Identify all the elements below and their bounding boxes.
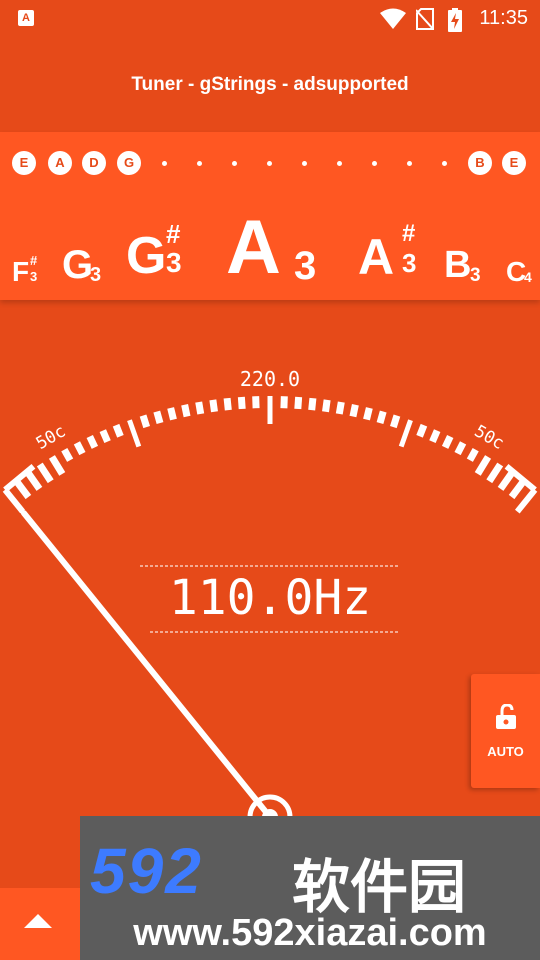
triangle-up-icon xyxy=(24,914,52,928)
unlock-icon xyxy=(496,704,516,729)
label-plus-50-cents: 50c xyxy=(471,421,508,454)
note-a-sharp-3[interactable]: A # 3 xyxy=(358,222,422,286)
meter-tick xyxy=(99,429,111,444)
string-d[interactable]: D xyxy=(82,151,106,175)
meter-needle xyxy=(20,510,273,820)
meter-tick xyxy=(237,396,246,410)
note-c-4[interactable]: C 4 xyxy=(506,256,540,290)
string-dot xyxy=(302,161,307,166)
string-e-high[interactable]: E xyxy=(502,151,526,175)
meter-tick xyxy=(181,404,191,418)
meter-tick xyxy=(48,455,66,476)
meter-tick xyxy=(308,397,317,411)
string-dot xyxy=(197,161,202,166)
wifi-icon xyxy=(380,8,406,29)
string-dot xyxy=(337,161,342,166)
meter-tick xyxy=(209,399,218,413)
meter-tick xyxy=(322,399,331,413)
tuning-meter: 220.0 100c 50c 50c 100c 110.0Hz xyxy=(0,300,540,888)
meter-tick xyxy=(223,397,232,411)
meter-tick xyxy=(36,462,54,484)
status-time: 11:35 xyxy=(479,7,528,29)
meter-tick xyxy=(153,410,164,425)
meter-tick xyxy=(112,423,124,438)
app-notification-icon: A xyxy=(18,10,34,26)
string-e-low[interactable]: E xyxy=(12,151,36,175)
target-frequency-label: 220.0 xyxy=(240,367,300,391)
battery-charging-icon xyxy=(448,8,462,32)
meter-tick xyxy=(73,441,86,456)
string-a[interactable]: A xyxy=(48,151,72,175)
string-dot xyxy=(407,161,412,166)
meter-tick xyxy=(466,447,479,462)
note-g-sharp-3[interactable]: G # 3 xyxy=(126,221,190,286)
meter-tick xyxy=(139,414,151,429)
meter-tick xyxy=(294,396,303,410)
app-bar: Tuner - gStrings - adsupported xyxy=(0,38,540,132)
meter-tick xyxy=(167,407,177,421)
auto-label: AUTO xyxy=(487,744,524,759)
meter-tick xyxy=(86,435,99,449)
watermark-overlay: 592 软件园 www.592xiazai.com xyxy=(80,816,540,960)
meter-tick xyxy=(195,401,205,415)
meter-tick xyxy=(497,470,515,491)
meter-tick xyxy=(13,478,32,500)
meter-tick xyxy=(508,478,527,500)
string-dot xyxy=(267,161,272,166)
string-dot xyxy=(372,161,377,166)
note-g-3[interactable]: G 3 xyxy=(62,245,110,287)
meter-tick xyxy=(335,401,345,415)
note-selector: E A D G B E F # 3 G 3 G # 3 A 3 A # 3 B … xyxy=(0,132,540,300)
string-dot xyxy=(232,161,237,166)
meter-tick xyxy=(454,441,467,456)
meter-tick xyxy=(429,429,441,444)
note-f-sharp-3[interactable]: F # 3 xyxy=(12,254,52,290)
note-b-3[interactable]: B 3 xyxy=(444,246,492,286)
meter-tick xyxy=(389,414,401,429)
meter-tick-major xyxy=(398,419,413,448)
app-title: Tuner - gStrings - adsupported xyxy=(131,74,409,95)
meter-tick-major xyxy=(127,419,142,448)
no-sim-icon xyxy=(416,8,434,30)
meter-tick xyxy=(416,423,428,438)
string-b[interactable]: B xyxy=(468,151,492,175)
label-plus-100-cents: 100c xyxy=(535,465,540,507)
meter-tick xyxy=(376,410,387,425)
string-dot xyxy=(442,161,447,166)
meter-tick xyxy=(363,407,373,421)
label-minus-50-cents: 50c xyxy=(33,421,70,454)
meter-tick xyxy=(486,462,504,484)
expand-panel-button[interactable] xyxy=(0,888,80,960)
auto-mode-button[interactable]: AUTO xyxy=(471,674,540,788)
note-a-3-selected[interactable]: A 3 xyxy=(226,210,326,290)
meter-tick-end xyxy=(2,487,26,514)
watermark-url: www.592xiazai.com xyxy=(133,912,487,954)
status-bar: A 11:35 xyxy=(0,0,540,38)
meter-tick-end xyxy=(514,487,538,514)
string-dot xyxy=(162,161,167,166)
meter-tick xyxy=(441,435,454,449)
meter-tick xyxy=(61,447,74,462)
string-g[interactable]: G xyxy=(117,151,141,175)
label-minus-100-cents: 100c xyxy=(0,465,5,507)
meter-tick xyxy=(474,455,492,476)
watermark-brand-number: 592 xyxy=(90,835,203,907)
meter-tick xyxy=(25,470,43,491)
meter-tick xyxy=(349,404,359,418)
frequency-readout: 110.0Hz xyxy=(168,570,372,626)
